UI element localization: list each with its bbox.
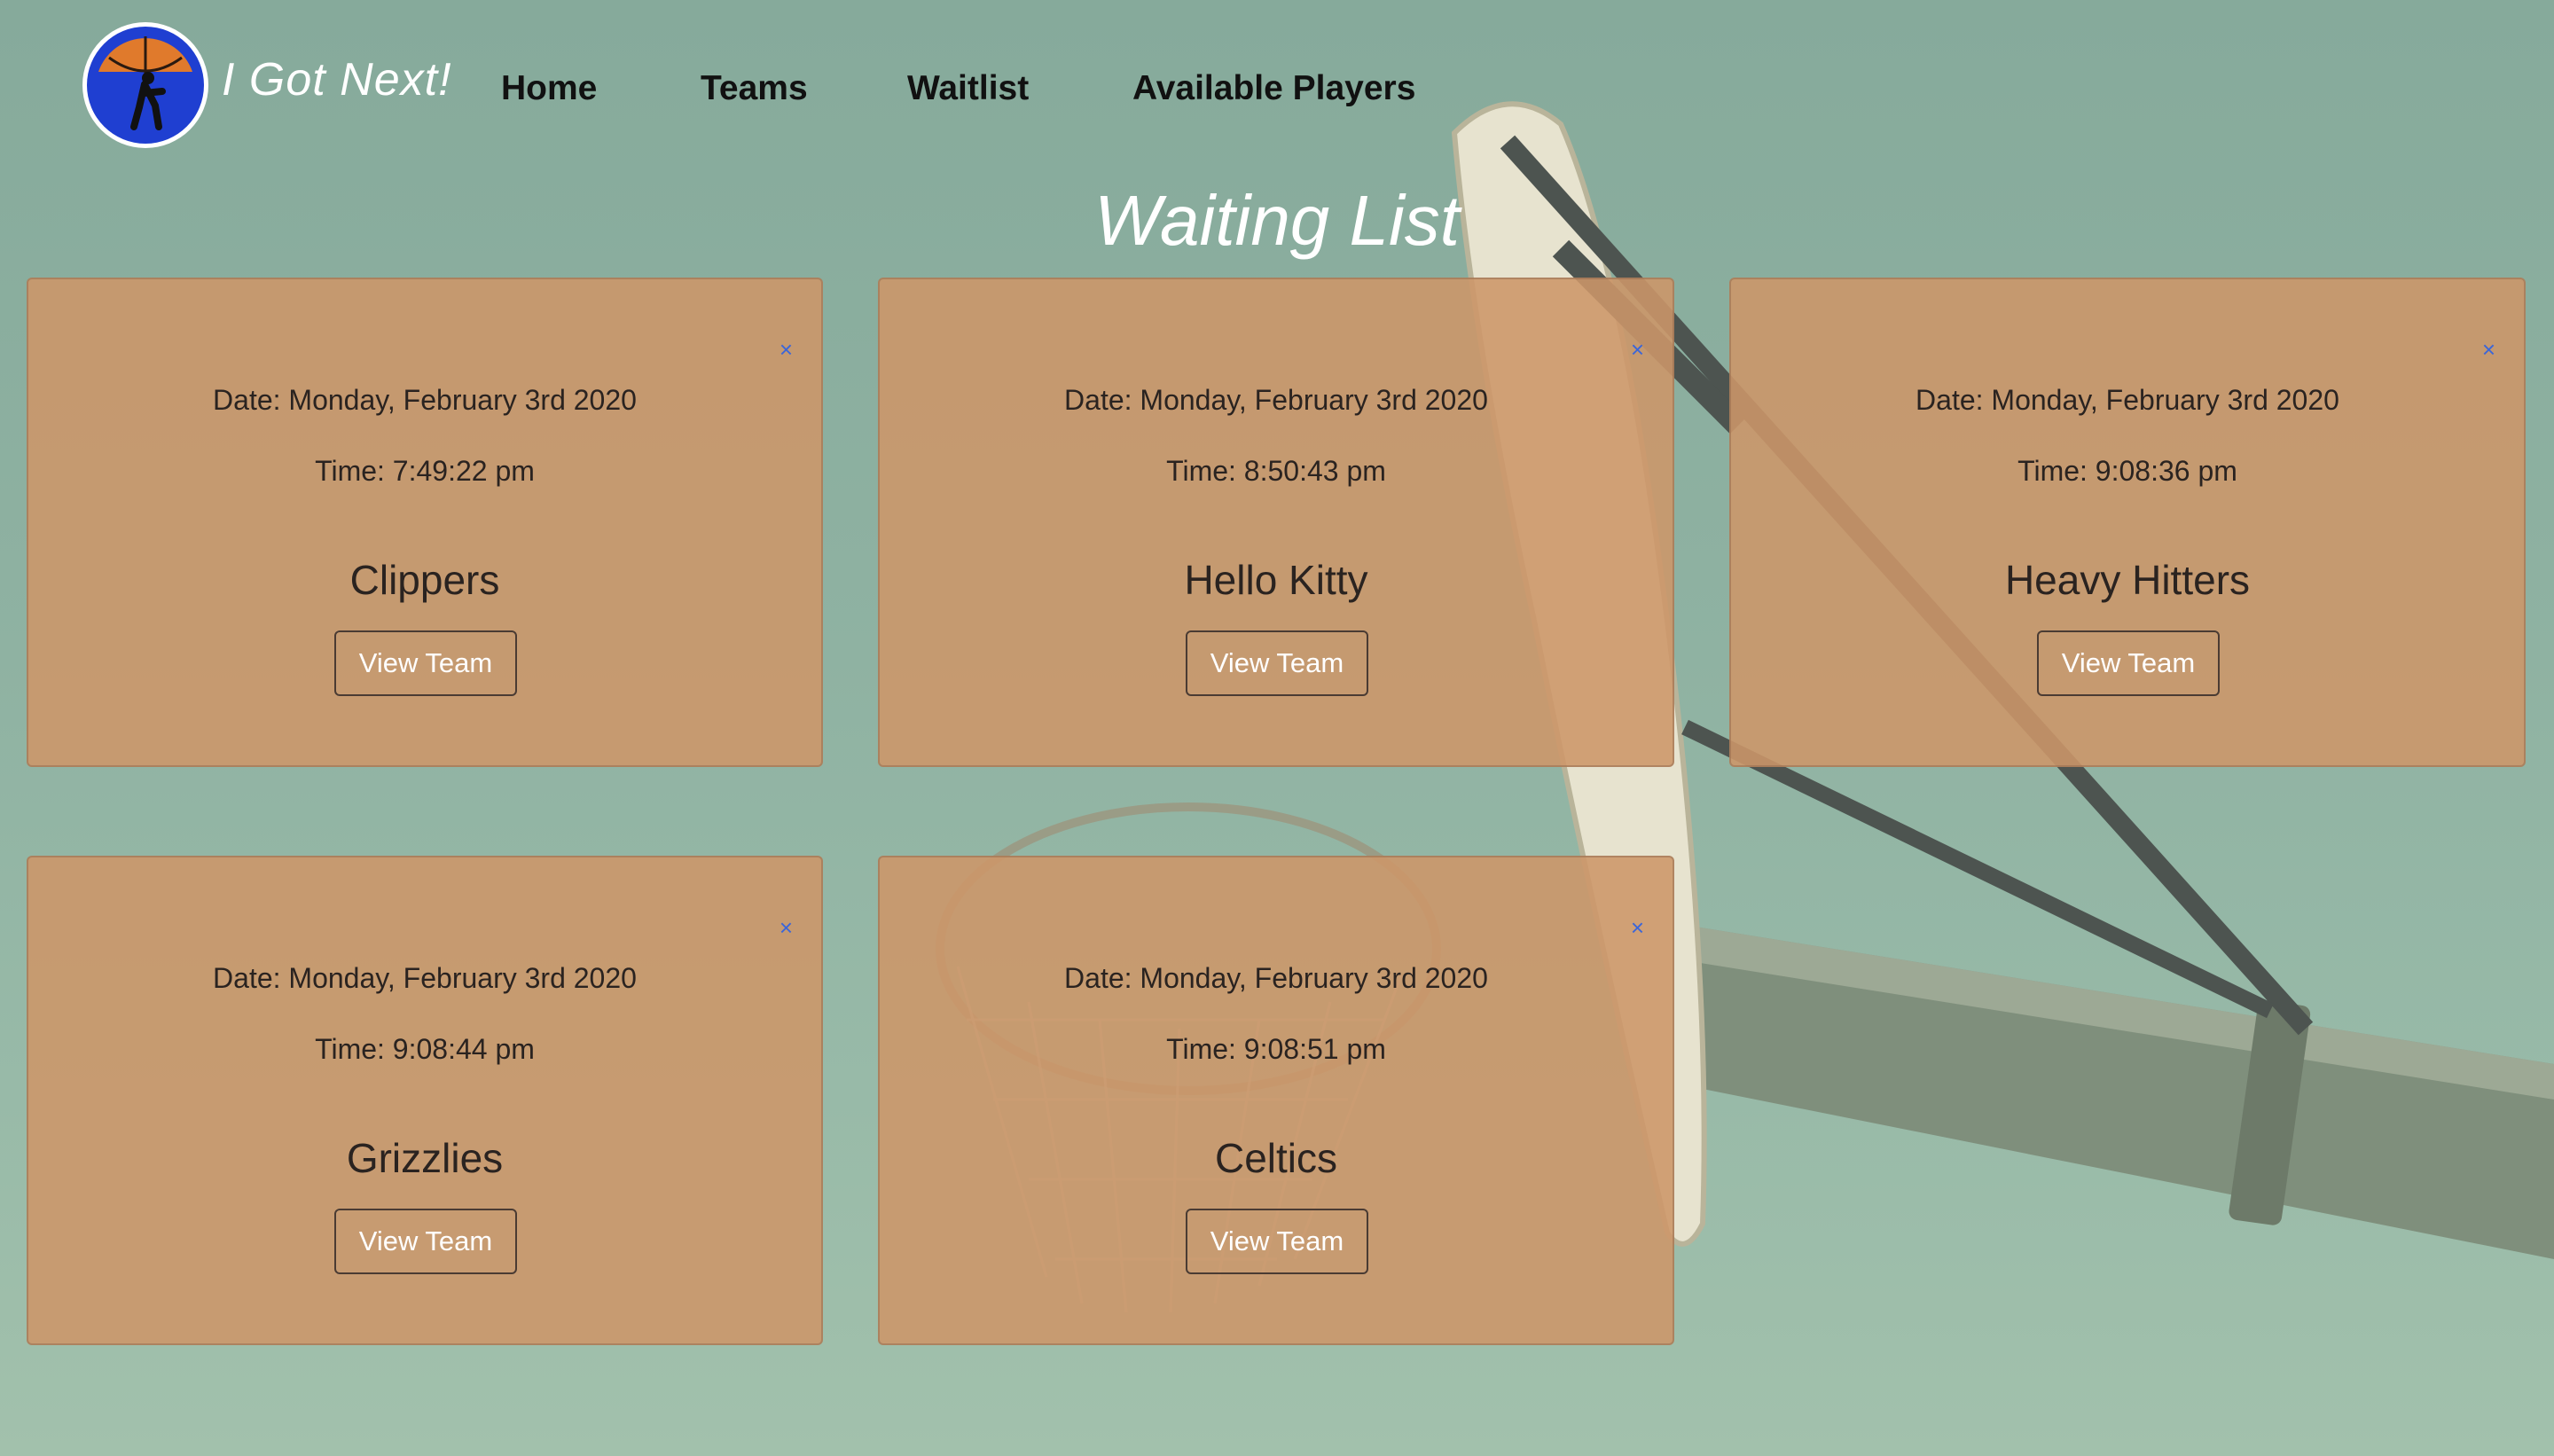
close-icon[interactable]: × <box>780 338 793 361</box>
card-time: Time: 9:08:36 pm <box>2017 455 2237 487</box>
card-date: Date: Monday, February 3rd 2020 <box>1916 384 2339 416</box>
view-team-button[interactable]: View Team <box>334 630 517 696</box>
card-time: Time: 7:49:22 pm <box>315 455 535 487</box>
card-team-name: Grizzlies <box>346 1135 504 1181</box>
nav-available-players[interactable]: Available Players <box>1132 69 1415 108</box>
close-icon[interactable]: × <box>780 916 793 939</box>
page-title: Waiting List <box>1093 181 1461 260</box>
view-team-button[interactable]: View Team <box>2037 630 2220 696</box>
card-date: Date: Monday, February 3rd 2020 <box>1064 384 1488 416</box>
view-team-button[interactable]: View Team <box>1186 1209 1368 1274</box>
close-icon[interactable]: × <box>1631 338 1644 361</box>
card-team-name: Heavy Hitters <box>2004 557 2251 603</box>
waitlist-card: × Date: Monday, February 3rd 2020 Time: … <box>1729 278 2526 767</box>
logo[interactable] <box>82 22 208 148</box>
nav-home[interactable]: Home <box>501 69 597 108</box>
view-team-button[interactable]: View Team <box>1186 630 1368 696</box>
waitlist-card: × Date: Monday, February 3rd 2020 Time: … <box>27 856 823 1345</box>
close-icon[interactable]: × <box>1631 916 1644 939</box>
close-icon[interactable]: × <box>2482 338 2495 361</box>
card-time: Time: 8:50:43 pm <box>1166 455 1386 487</box>
card-time: Time: 9:08:44 pm <box>315 1033 535 1065</box>
card-time: Time: 9:08:51 pm <box>1166 1033 1386 1065</box>
card-team-name: Celtics <box>1214 1135 1338 1181</box>
card-date: Date: Monday, February 3rd 2020 <box>213 962 637 994</box>
basketball-player-logo-icon <box>87 27 204 144</box>
card-team-name: Clippers <box>349 557 500 603</box>
brand-name[interactable]: I Got Next! <box>222 53 452 106</box>
waitlist-card: × Date: Monday, February 3rd 2020 Time: … <box>878 278 1674 767</box>
nav-teams[interactable]: Teams <box>701 69 808 108</box>
card-date: Date: Monday, February 3rd 2020 <box>213 384 637 416</box>
card-date: Date: Monday, February 3rd 2020 <box>1064 962 1488 994</box>
view-team-button[interactable]: View Team <box>334 1209 517 1274</box>
waitlist-card: × Date: Monday, February 3rd 2020 Time: … <box>878 856 1674 1345</box>
nav-waitlist[interactable]: Waitlist <box>907 69 1029 108</box>
waitlist-card: × Date: Monday, February 3rd 2020 Time: … <box>27 278 823 767</box>
card-team-name: Hello Kitty <box>1184 557 1368 603</box>
